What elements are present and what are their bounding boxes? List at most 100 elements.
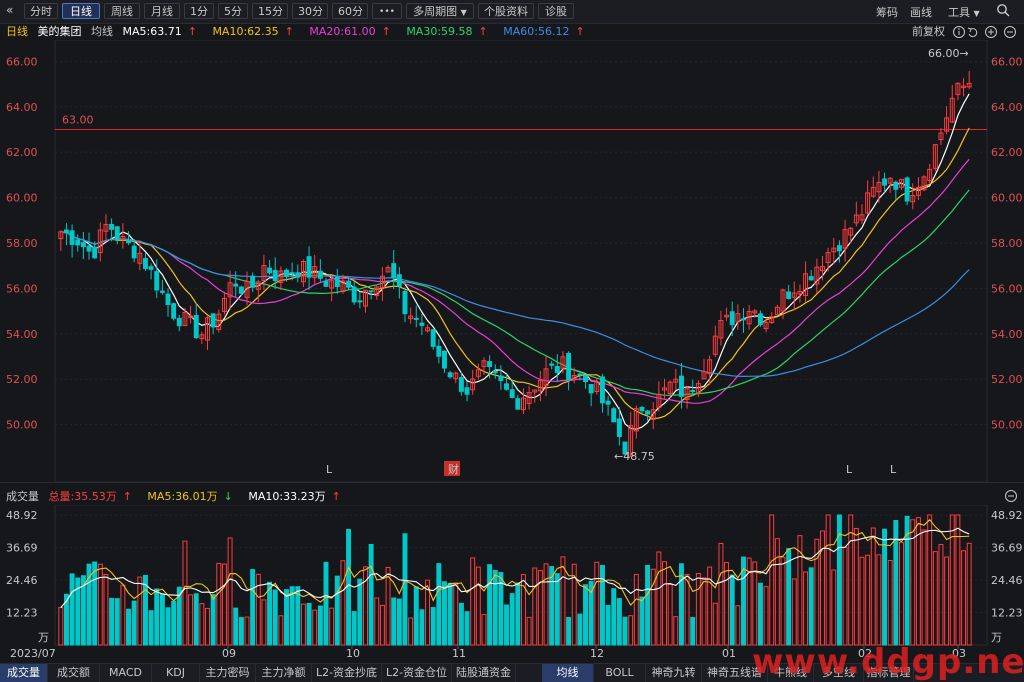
stock-info-button[interactable]: 个股资料 bbox=[478, 3, 534, 19]
indicator-tab-5[interactable]: 主力净额 bbox=[256, 664, 312, 682]
volume-bar bbox=[272, 589, 278, 646]
indicator-tab-1[interactable]: 成交额 bbox=[48, 664, 100, 682]
volume-bar bbox=[532, 567, 538, 646]
tab-weekly[interactable]: 周线 bbox=[104, 3, 140, 19]
adjust-dropdown[interactable]: 前复权 bbox=[912, 24, 951, 40]
candle-body bbox=[109, 223, 115, 230]
tab-monthly[interactable]: 月线 bbox=[144, 3, 180, 19]
candle-body bbox=[690, 390, 696, 393]
candle-body bbox=[577, 373, 583, 376]
candle-body bbox=[487, 361, 493, 368]
candle-body bbox=[639, 406, 645, 412]
volume-bar bbox=[808, 567, 814, 646]
volume-bar bbox=[667, 584, 673, 646]
volume-bar bbox=[374, 597, 380, 646]
max-price-label: 66.00→ bbox=[928, 47, 969, 60]
ma-settings-label[interactable]: 均线 bbox=[91, 25, 113, 38]
back-icon[interactable]: « bbox=[6, 3, 13, 17]
candle-body bbox=[334, 276, 340, 288]
volume-bar bbox=[712, 602, 718, 646]
volume-bar bbox=[267, 581, 273, 646]
overlay-tab-0[interactable]: 均线 bbox=[542, 664, 594, 682]
tab-60min[interactable]: 60分 bbox=[332, 3, 368, 19]
price-tick-label-right: 56.00 bbox=[991, 282, 1023, 295]
tab-daily[interactable]: 日线 bbox=[62, 3, 100, 19]
tab-15min[interactable]: 15分 bbox=[252, 3, 288, 19]
overlay-tab-2[interactable]: 神奇九转 bbox=[646, 664, 702, 682]
volume-bar bbox=[803, 571, 809, 646]
volume-bar bbox=[915, 517, 921, 646]
indicator-tab-7[interactable]: L2-资金仓位 bbox=[382, 664, 452, 682]
indicator-tab-0[interactable]: 成交量 bbox=[0, 664, 48, 682]
candle-body bbox=[131, 245, 137, 259]
volume-bar bbox=[724, 562, 730, 646]
indicator-tab-8[interactable]: 陆股通资金 bbox=[452, 664, 516, 682]
volume-bar bbox=[876, 554, 882, 646]
search-icon[interactable] bbox=[996, 3, 1010, 20]
candle-body bbox=[549, 363, 555, 366]
volume-bar bbox=[148, 610, 154, 646]
volume-bar bbox=[430, 607, 436, 646]
volume-bar bbox=[120, 584, 126, 646]
draw-line-button[interactable]: 画线 bbox=[910, 4, 932, 20]
tools-menu[interactable]: 工具 ▼ bbox=[948, 4, 980, 20]
volume-info-bar: 成交量 总量:35.53万 ↑ MA5:36.01万 ↓ MA10:33.23万 ↑ bbox=[6, 489, 353, 505]
undo-icon[interactable] bbox=[967, 27, 978, 38]
volume-bar bbox=[92, 561, 98, 646]
candle-body bbox=[295, 272, 301, 278]
volume-bar bbox=[673, 616, 679, 646]
info-icon[interactable] bbox=[953, 26, 965, 38]
overlay-tab-1[interactable]: BOLL bbox=[594, 664, 646, 682]
price-chart[interactable]: 63.00 66.00 66.00 64.00 64.00 62.00 62.00 60.0… bbox=[0, 40, 1024, 482]
watermark: www.ddgp.net bbox=[752, 642, 1024, 682]
volume-bar bbox=[605, 605, 611, 646]
volume-bar bbox=[193, 593, 199, 646]
chips-button[interactable]: 筹码 bbox=[876, 4, 898, 20]
candle-body bbox=[126, 239, 131, 244]
volume-tick-label-right: 36.69 bbox=[991, 542, 1023, 555]
multi-period-dropdown[interactable]: 多周期图 ▼ bbox=[406, 3, 474, 19]
candle-body bbox=[165, 293, 171, 305]
volume-bar bbox=[227, 537, 233, 646]
candle-body bbox=[159, 290, 165, 293]
indicator-tab-3[interactable]: KDJ bbox=[152, 664, 200, 682]
date-label: 12 bbox=[590, 647, 604, 660]
candle-body bbox=[729, 311, 735, 326]
tab-intraday[interactable]: 分时 bbox=[24, 3, 58, 19]
tab-5min[interactable]: 5分 bbox=[218, 3, 248, 19]
volume-bar bbox=[368, 543, 374, 646]
candle-body bbox=[402, 291, 408, 315]
volume-bar bbox=[165, 607, 171, 646]
candle-body bbox=[233, 283, 239, 287]
candle-body bbox=[357, 300, 363, 303]
diagnose-button[interactable]: 诊股 bbox=[538, 3, 574, 19]
candle-body bbox=[323, 280, 329, 287]
candle-body bbox=[436, 345, 442, 357]
candle-body bbox=[458, 377, 464, 392]
candle-body bbox=[611, 408, 617, 423]
indicator-tab-4[interactable]: 主力密码 bbox=[200, 664, 256, 682]
indicator-tab-2[interactable]: MACD bbox=[100, 664, 152, 682]
more-button[interactable]: ••• bbox=[372, 3, 402, 19]
volume-bar bbox=[887, 560, 893, 646]
price-tick-label-right: 52.00 bbox=[991, 373, 1023, 386]
indicator-tab-6[interactable]: L2-资金抄底 bbox=[312, 664, 382, 682]
volume-bar bbox=[504, 604, 510, 646]
zoom-out-icon[interactable] bbox=[1004, 26, 1016, 38]
stock-name[interactable]: 美的集团 bbox=[38, 25, 82, 38]
date-label: 09 bbox=[222, 647, 236, 660]
volume-bar bbox=[645, 564, 651, 646]
volume-bar bbox=[413, 586, 419, 646]
volume-zoom-out-icon[interactable] bbox=[1004, 489, 1018, 506]
event-marker-0: L bbox=[326, 463, 333, 476]
candle-body bbox=[75, 239, 81, 246]
zoom-in-icon[interactable] bbox=[985, 26, 997, 38]
volume-chart[interactable]: 48.92 48.92 36.69 36.69 24.46 24.46 12.23 12.23… bbox=[0, 505, 1024, 663]
ma60-value: MA60:56.12 ↑ bbox=[503, 25, 585, 38]
volume-tick-label-right: 48.92 bbox=[991, 509, 1023, 522]
tab-30min[interactable]: 30分 bbox=[292, 3, 328, 19]
volume-title[interactable]: 成交量 bbox=[6, 490, 39, 503]
volume-bar bbox=[114, 598, 120, 646]
volume-bar bbox=[543, 563, 549, 646]
tab-1min[interactable]: 1分 bbox=[184, 3, 214, 19]
